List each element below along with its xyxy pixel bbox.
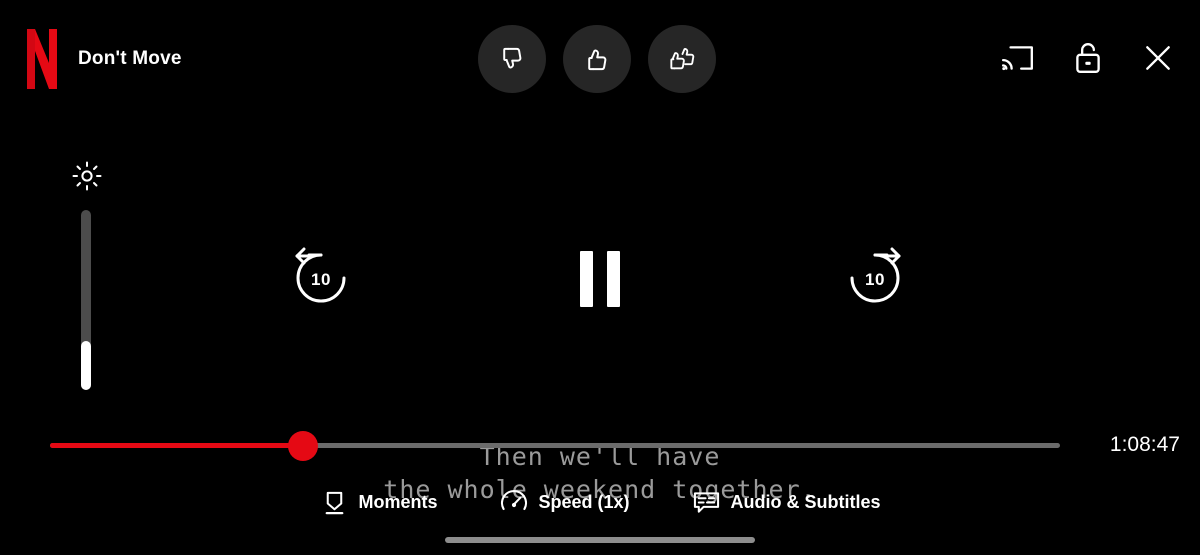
lock-button[interactable] [1068, 40, 1108, 80]
brightness-sun-icon [71, 160, 103, 192]
netflix-player-screen: Don't Move 10 10 Then we'll have the who… [0, 0, 1200, 555]
top-right-icon-group [998, 40, 1178, 80]
speed-button[interactable]: Speed (1x) [499, 487, 630, 517]
speed-label: Speed (1x) [538, 491, 630, 512]
netflix-n-logo [25, 29, 59, 89]
pause-icon-bar-left [580, 251, 593, 307]
transport-controls: 10 10 [0, 233, 1200, 325]
brightness-fill [81, 341, 91, 390]
progress-track[interactable] [50, 431, 1060, 461]
moments-button[interactable]: Moments [319, 487, 437, 517]
play-pause-button[interactable] [572, 243, 628, 315]
progress-scrubber-handle[interactable] [287, 431, 318, 461]
two-thumbs-up-button[interactable] [648, 25, 716, 93]
subtitles-bubble-icon [692, 487, 722, 517]
speedometer-icon [499, 487, 529, 517]
thumbs-down-icon [497, 44, 527, 74]
thumbs-up-button[interactable] [563, 25, 631, 93]
progress-row: 1:08:47 [0, 425, 1200, 467]
rewind-seconds-label: 10 [311, 270, 331, 289]
close-button[interactable] [1138, 40, 1178, 80]
forward-10-button[interactable]: 10 [842, 245, 908, 311]
home-indicator-bar[interactable] [445, 537, 755, 543]
progress-fill [50, 443, 303, 448]
page-title: Don't Move [78, 48, 182, 69]
time-remaining-label: 1:08:47 [1109, 433, 1180, 456]
rewind-10-button[interactable]: 10 [288, 245, 354, 311]
pause-icon-bar-right [607, 251, 620, 307]
close-icon [1143, 43, 1173, 78]
cast-icon [1001, 43, 1035, 78]
two-thumbs-up-icon [666, 44, 698, 74]
audio-subtitles-label: Audio & Subtitles [730, 491, 881, 512]
thumbs-down-button[interactable] [478, 25, 546, 93]
player-top-bar: Don't Move [0, 0, 1200, 120]
forward-seconds-label: 10 [865, 270, 885, 289]
cast-button[interactable] [998, 40, 1038, 80]
rating-buttons-group [478, 25, 716, 93]
unlock-icon [1073, 41, 1103, 80]
audio-subtitles-button[interactable]: Audio & Subtitles [692, 487, 881, 517]
moments-bookmark-icon [319, 487, 349, 517]
bottom-toolbar: Moments Speed (1x) Audio & Subtitles [0, 482, 1200, 522]
moments-label: Moments [358, 491, 438, 512]
thumbs-up-icon [582, 44, 612, 74]
